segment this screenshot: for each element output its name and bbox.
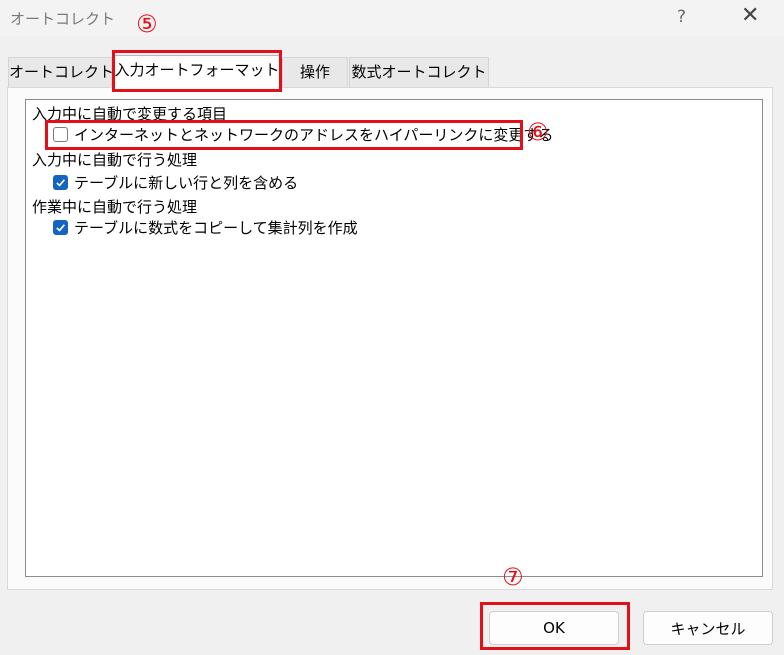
section-heading-replace: 入力中に自動で変更する項目 — [32, 105, 228, 123]
checkbox-calculated-columns[interactable] — [53, 219, 68, 235]
option-hyperlinks-label: インターネットとネットワークのアドレスをハイパーリンクに変更する — [74, 125, 554, 144]
option-calculated-columns[interactable]: テーブルに数式をコピーして集計列を作成 — [53, 217, 358, 237]
title-bar: オートコレクト ? ✕ — [0, 0, 784, 36]
close-icon[interactable]: ✕ — [741, 3, 759, 28]
window-title: オートコレクト — [10, 10, 116, 28]
help-icon[interactable]: ? — [677, 7, 686, 27]
tab-autoformat[interactable]: 入力オートフォーマット — [113, 55, 281, 88]
checkmark-icon — [56, 178, 65, 187]
tab-autocorrect[interactable]: オートコレクト — [8, 57, 114, 88]
checkbox-marker: ⑥ — [527, 118, 549, 146]
checkbox-hyperlinks[interactable] — [53, 126, 68, 142]
tab-marker: ⑤ — [136, 10, 158, 38]
section-heading-apply: 入力中に自動で行う処理 — [32, 151, 198, 169]
checkmark-icon — [56, 223, 65, 232]
option-include-rows-columns[interactable]: テーブルに新しい行と列を含める — [53, 172, 298, 192]
option-calculated-columns-label: テーブルに数式をコピーして集計列を作成 — [74, 218, 358, 237]
ok-button[interactable]: OK — [489, 611, 619, 645]
option-include-rows-columns-label: テーブルに新しい行と列を含める — [74, 173, 299, 192]
option-hyperlinks[interactable]: インターネットとネットワークのアドレスをハイパーリンクに変更する — [53, 124, 553, 144]
cancel-button[interactable]: キャンセル — [643, 611, 773, 645]
checkbox-include-rows-columns[interactable] — [53, 174, 68, 190]
tab-math-autocorrect[interactable]: 数式オートコレクト — [349, 57, 489, 88]
ok-marker: ⑦ — [502, 563, 524, 591]
section-heading-work: 作業中に自動で行う処理 — [32, 198, 198, 216]
tab-actions[interactable]: 操作 — [282, 57, 348, 88]
